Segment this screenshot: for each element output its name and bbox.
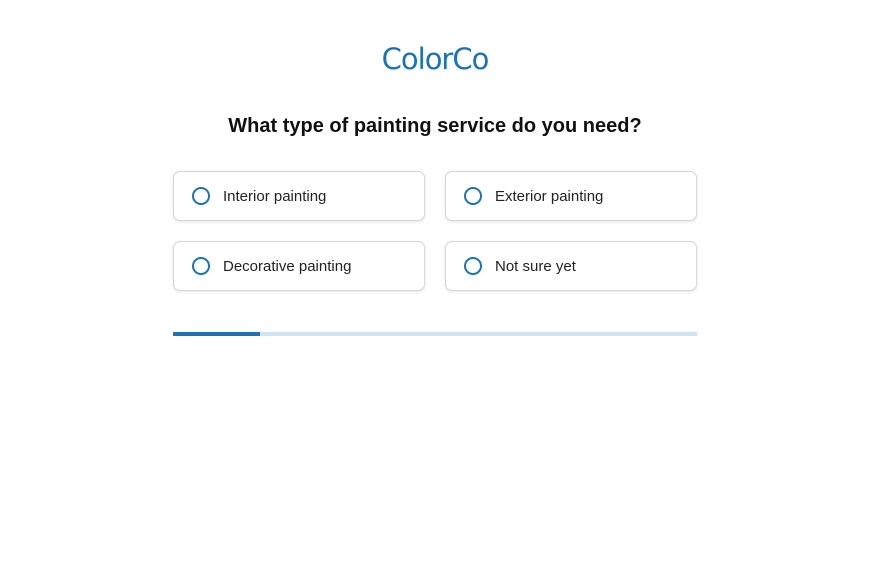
survey-page: ColorCo What type of painting service do…: [0, 0, 870, 580]
radio-circle-icon[interactable]: [192, 187, 210, 205]
option-label: Interior painting: [223, 187, 327, 205]
option-exterior-painting[interactable]: Exterior painting: [445, 171, 697, 221]
option-label: Decorative painting: [223, 257, 352, 275]
radio-circle-icon[interactable]: [192, 257, 210, 275]
progress-bar: [173, 332, 697, 336]
question-title: What type of painting service do you nee…: [228, 115, 642, 137]
option-label: Not sure yet: [495, 257, 576, 275]
radio-circle-icon[interactable]: [464, 187, 482, 205]
option-label: Exterior painting: [495, 187, 604, 205]
option-decorative-painting[interactable]: Decorative painting: [173, 241, 425, 291]
option-not-sure-yet[interactable]: Not sure yet: [445, 241, 697, 291]
progress-bar-fill: [173, 332, 260, 336]
options-grid: Interior painting Exterior painting Deco…: [173, 171, 697, 291]
colorco-logo: ColorCo: [381, 42, 490, 76]
radio-circle-icon[interactable]: [464, 257, 482, 275]
option-interior-painting[interactable]: Interior painting: [173, 171, 425, 221]
